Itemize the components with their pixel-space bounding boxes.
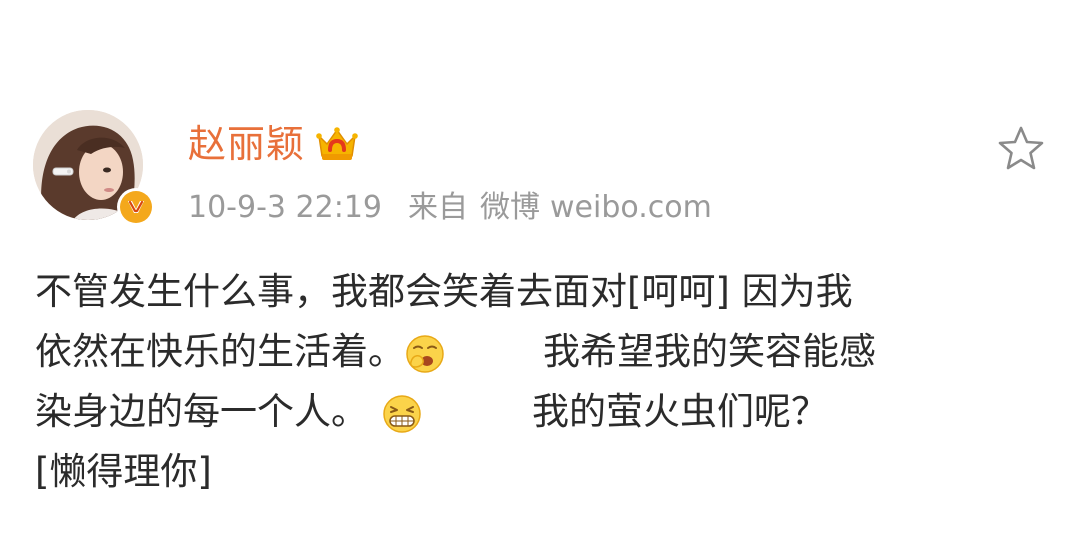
author-name[interactable]: 赵丽颖 <box>188 118 305 170</box>
content-text: 依然在快乐的生活着。 <box>35 330 405 373</box>
post-timestamp[interactable]: 10-9-3 22:19 <box>188 186 382 230</box>
star-outline-icon[interactable] <box>996 124 1046 172</box>
content-line: 依然在快乐的生活着。 我希望我的笑容能感 <box>35 322 1045 382</box>
content-line: 不管发生什么事，我都会笑着去面对[呵呵] 因为我 <box>35 262 1045 322</box>
crown-icon[interactable] <box>315 124 359 164</box>
content-text: 我希望我的笑容能感 <box>543 330 876 373</box>
verified-v-icon <box>117 188 155 226</box>
content-text: 染身边的每一个人。 <box>35 390 368 433</box>
grin-emoji-icon <box>382 392 422 433</box>
post-meta: 10-9-3 22:19 来自 微博 weibo.com <box>188 186 712 230</box>
content-line: 染身边的每一个人。 我的萤火虫们呢？ <box>35 382 1045 442</box>
content-text: [懒得理你] <box>35 450 212 493</box>
source-domain[interactable]: weibo.com <box>550 186 712 230</box>
content-line: [懒得理你] <box>35 442 1045 502</box>
author-avatar-container[interactable] <box>33 110 155 228</box>
content-text: 不管发生什么事，我都会笑着去面对[呵呵] 因为我 <box>35 270 853 313</box>
weibo-post: 赵丽颖 10-9-3 22:19 来自 微博 weibo.com 不管发生什么事… <box>0 0 1080 540</box>
post-content: 不管发生什么事，我都会笑着去面对[呵呵] 因为我 依然在快乐的生活着。 我希望我… <box>35 262 1045 502</box>
author-row: 赵丽颖 <box>188 118 359 170</box>
content-text: 我的萤火虫们呢？ <box>532 390 828 433</box>
source-label: 来自 <box>408 190 468 225</box>
yawn-emoji-icon <box>405 332 445 373</box>
source-app-link[interactable]: 微博 <box>480 186 540 230</box>
